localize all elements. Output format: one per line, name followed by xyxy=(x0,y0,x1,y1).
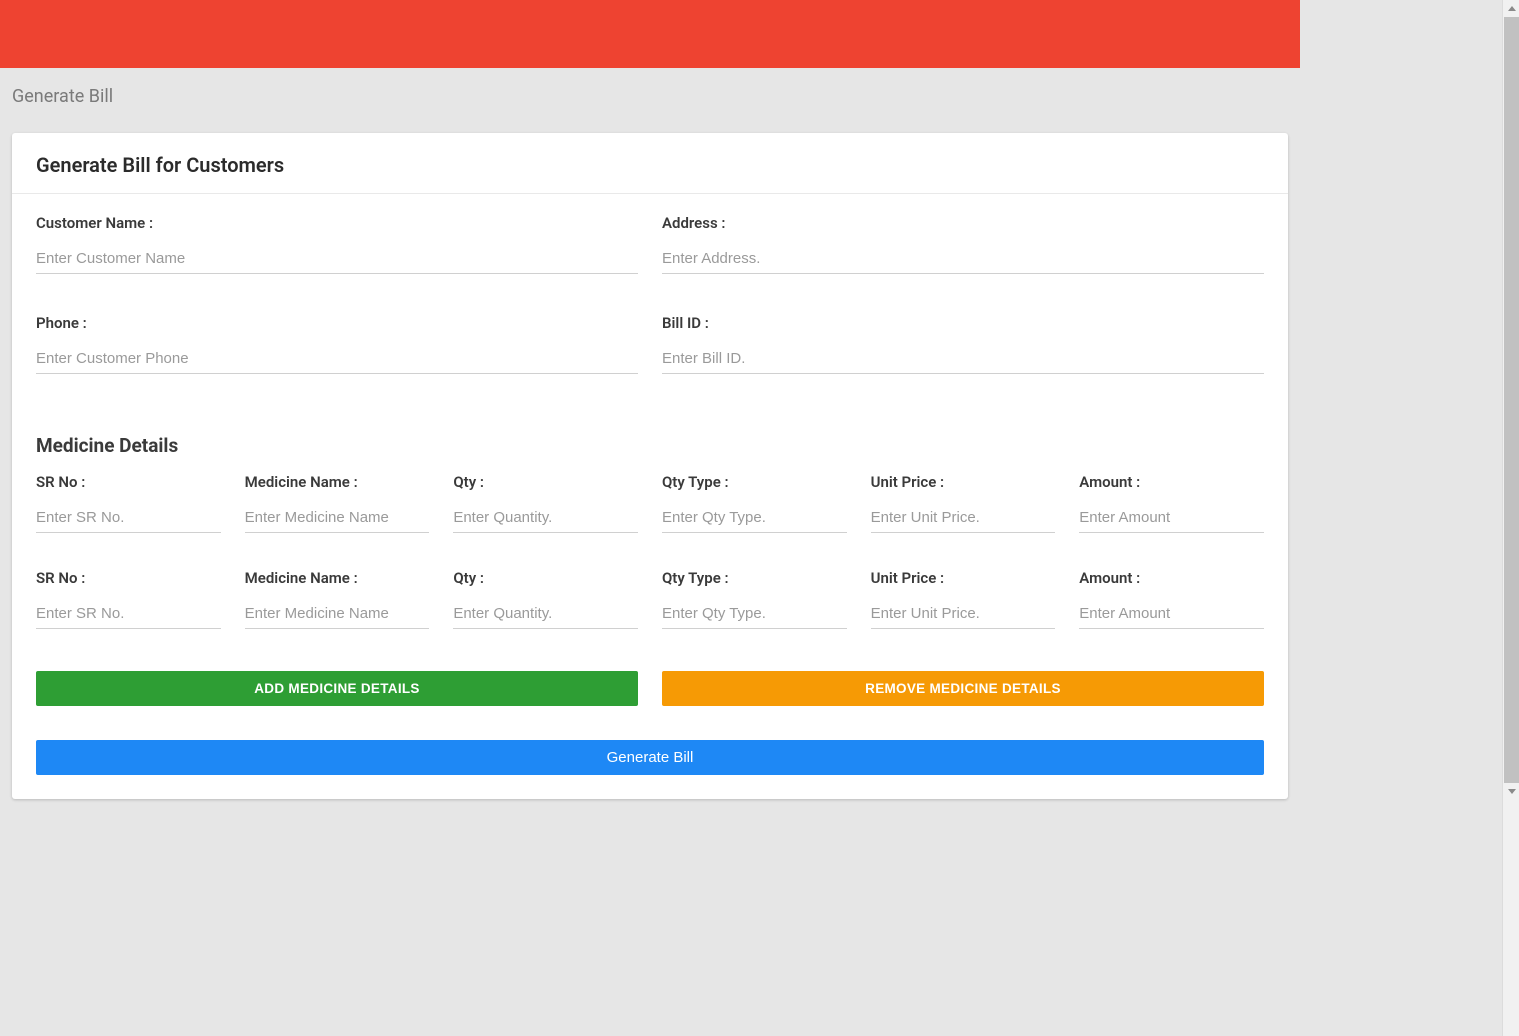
amount-label: Amount : xyxy=(1079,473,1264,491)
bill-id-group: Bill ID : xyxy=(662,314,1264,374)
sr-no-input[interactable] xyxy=(36,599,221,629)
sr-no-label: SR No : xyxy=(36,473,221,491)
chevron-up-icon xyxy=(1508,6,1516,11)
chevron-down-icon xyxy=(1508,789,1516,794)
customer-row-2: Phone : Bill ID : xyxy=(24,314,1276,414)
qty-input[interactable] xyxy=(453,599,638,629)
card-title: Generate Bill for Customers xyxy=(36,153,1264,177)
phone-group: Phone : xyxy=(36,314,638,374)
phone-label: Phone : xyxy=(36,314,638,332)
qty-input[interactable] xyxy=(453,503,638,533)
amount-input[interactable] xyxy=(1079,599,1264,629)
scroll-down-button[interactable] xyxy=(1503,783,1519,800)
bill-id-input[interactable] xyxy=(662,344,1264,374)
qty-label: Qty : xyxy=(453,473,638,491)
generate-bill-button[interactable]: Generate Bill xyxy=(36,740,1264,775)
address-group: Address : xyxy=(662,214,1264,274)
card-body: Customer Name : Address : Phone : xyxy=(12,194,1288,775)
bill-id-label: Bill ID : xyxy=(662,314,1264,332)
unit-price-input[interactable] xyxy=(871,599,1056,629)
medicine-buttons-row: ADD MEDICINE DETAILS REMOVE MEDICINE DET… xyxy=(24,671,1276,706)
qty-type-input[interactable] xyxy=(662,599,847,629)
medicine-section-title: Medicine Details xyxy=(36,434,1264,457)
medicine-name-label: Medicine Name : xyxy=(245,569,430,587)
sr-no-label: SR No : xyxy=(36,569,221,587)
add-medicine-button[interactable]: ADD MEDICINE DETAILS xyxy=(36,671,638,706)
qty-type-label: Qty Type : xyxy=(662,569,847,587)
address-input[interactable] xyxy=(662,244,1264,274)
phone-input[interactable] xyxy=(36,344,638,374)
top-banner xyxy=(0,0,1300,68)
qty-type-label: Qty Type : xyxy=(662,473,847,491)
qty-type-input[interactable] xyxy=(662,503,847,533)
main-container: Generate Bill Generate Bill for Customer… xyxy=(0,0,1300,1036)
unit-price-label: Unit Price : xyxy=(871,473,1056,491)
address-label: Address : xyxy=(662,214,1264,232)
scrollbar-segment xyxy=(1502,800,1519,1036)
amount-input[interactable] xyxy=(1079,503,1264,533)
medicine-row: SR No : Medicine Name : Qty : xyxy=(24,569,1276,665)
bill-card: Generate Bill for Customers Customer Nam… xyxy=(12,133,1288,799)
card-header: Generate Bill for Customers xyxy=(12,133,1288,194)
customer-row-1: Customer Name : Address : xyxy=(24,214,1276,314)
amount-label: Amount : xyxy=(1079,569,1264,587)
qty-label: Qty : xyxy=(453,569,638,587)
medicine-row: SR No : Medicine Name : Qty : xyxy=(24,473,1276,569)
unit-price-input[interactable] xyxy=(871,503,1056,533)
sr-no-input[interactable] xyxy=(36,503,221,533)
scroll-thumb[interactable] xyxy=(1504,17,1519,783)
remove-medicine-button[interactable]: REMOVE MEDICINE DETAILS xyxy=(662,671,1264,706)
customer-name-input[interactable] xyxy=(36,244,638,274)
breadcrumb: Generate Bill xyxy=(0,68,1300,117)
medicine-name-input[interactable] xyxy=(245,503,430,533)
medicine-name-input[interactable] xyxy=(245,599,430,629)
customer-name-label: Customer Name : xyxy=(36,214,638,232)
medicine-name-label: Medicine Name : xyxy=(245,473,430,491)
breadcrumb-text: Generate Bill xyxy=(12,86,113,107)
customer-name-group: Customer Name : xyxy=(36,214,638,274)
unit-price-label: Unit Price : xyxy=(871,569,1056,587)
scroll-up-button[interactable] xyxy=(1503,0,1519,17)
